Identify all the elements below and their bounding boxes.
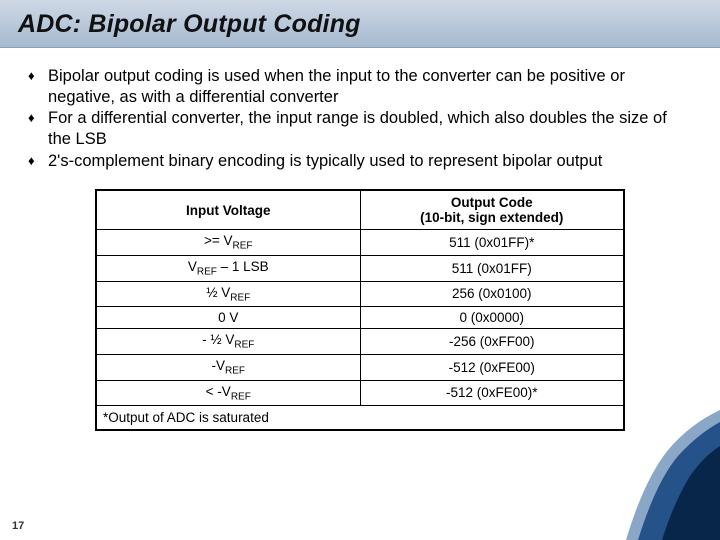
diamond-bullet-icon: ♦ (28, 66, 48, 107)
title-bar: ADC: Bipolar Output Coding (0, 0, 720, 48)
table-footnote: *Output of ADC is saturated (96, 406, 624, 431)
list-item: ♦ 2's-complement binary encoding is typi… (28, 151, 692, 172)
list-item: ♦ For a differential converter, the inpu… (28, 108, 692, 149)
cell-input-voltage: >= VREF (96, 230, 360, 256)
coding-table-wrap: Input Voltage Output Code (10-bit, sign … (95, 189, 625, 431)
table-row: - ½ VREF-256 (0xFF00) (96, 329, 624, 355)
cell-input-voltage: - ½ VREF (96, 329, 360, 355)
coding-table: Input Voltage Output Code (10-bit, sign … (95, 189, 625, 431)
table-row: 0 V0 (0x0000) (96, 307, 624, 329)
table-header-row: Input Voltage Output Code (10-bit, sign … (96, 190, 624, 230)
cell-input-voltage: ½ VREF (96, 281, 360, 307)
diamond-bullet-icon: ♦ (28, 151, 48, 172)
bullet-text: Bipolar output coding is used when the i… (48, 66, 692, 107)
page-number: 17 (12, 520, 24, 532)
table-body: >= VREF511 (0x01FF)*VREF – 1 LSB511 (0x0… (96, 230, 624, 406)
diamond-bullet-icon: ♦ (28, 108, 48, 149)
cell-input-voltage: -VREF (96, 354, 360, 380)
page-title: ADC: Bipolar Output Coding (18, 10, 702, 39)
cell-input-voltage: VREF – 1 LSB (96, 255, 360, 281)
table-row: ½ VREF256 (0x0100) (96, 281, 624, 307)
content-area: ♦ Bipolar output coding is used when the… (0, 48, 720, 431)
cell-output-code: 0 (0x0000) (360, 307, 624, 329)
cell-output-code: -512 (0xFE00)* (360, 380, 624, 406)
table-row: >= VREF511 (0x01FF)* (96, 230, 624, 256)
cell-input-voltage: 0 V (96, 307, 360, 329)
cell-output-code: 256 (0x0100) (360, 281, 624, 307)
cell-input-voltage: < -VREF (96, 380, 360, 406)
bullet-list: ♦ Bipolar output coding is used when the… (28, 66, 692, 171)
list-item: ♦ Bipolar output coding is used when the… (28, 66, 692, 107)
cell-output-code: 511 (0x01FF) (360, 255, 624, 281)
table-footnote-row: *Output of ADC is saturated (96, 406, 624, 431)
table-row: VREF – 1 LSB511 (0x01FF) (96, 255, 624, 281)
col-header-input: Input Voltage (96, 190, 360, 230)
col-header-output: Output Code (10-bit, sign extended) (360, 190, 624, 230)
table-row: < -VREF-512 (0xFE00)* (96, 380, 624, 406)
table-row: -VREF-512 (0xFE00) (96, 354, 624, 380)
bullet-text: 2's-complement binary encoding is typica… (48, 151, 692, 172)
cell-output-code: -512 (0xFE00) (360, 354, 624, 380)
cell-output-code: 511 (0x01FF)* (360, 230, 624, 256)
cell-output-code: -256 (0xFF00) (360, 329, 624, 355)
bullet-text: For a differential converter, the input … (48, 108, 692, 149)
